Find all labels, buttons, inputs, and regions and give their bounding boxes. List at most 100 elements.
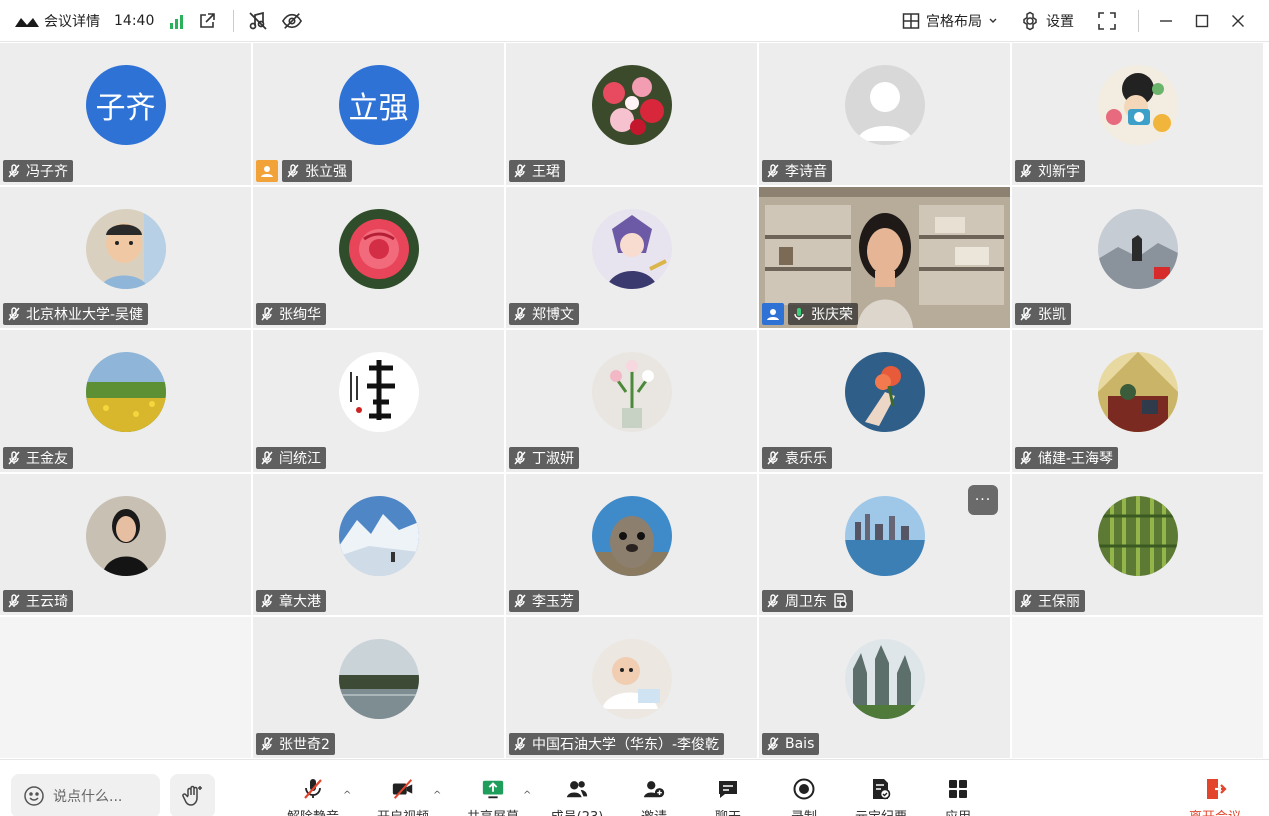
members-button[interactable]: 成员(23) [542, 777, 612, 816]
signal-icon[interactable] [170, 13, 184, 29]
chat-input[interactable]: 说点什么... [11, 774, 160, 816]
participant-tile[interactable]: ··· 周卫东 [759, 474, 1010, 615]
title-divider [233, 9, 235, 32]
host-badge-icon [762, 303, 784, 325]
more-options-button[interactable]: ··· [968, 485, 998, 515]
avatar [338, 352, 419, 432]
avatar [85, 495, 166, 576]
name-tag: 张凯 [1015, 303, 1071, 325]
participant-tile[interactable]: 张凯 [1012, 187, 1263, 328]
participant-tile[interactable]: 闫统江 [253, 330, 504, 472]
invite-button[interactable]: 邀请 [619, 777, 689, 816]
minimize-icon[interactable] [1155, 10, 1177, 32]
participant-video-tile[interactable]: 张庆荣 [759, 187, 1010, 328]
name-tag: 袁乐乐 [762, 447, 832, 469]
participant-name: 张绚华 [279, 307, 321, 323]
unmute-label: 解除静音 [287, 806, 339, 816]
participant-tile[interactable]: 丁淑妍 [506, 330, 757, 472]
participant-name: 章大港 [279, 594, 321, 610]
name-tag: 王保丽 [1015, 590, 1085, 612]
participant-tile[interactable]: 王云琦 [0, 474, 251, 615]
avatar [1097, 208, 1178, 289]
participant-tile[interactable]: 中国石油大学（华东）-李俊乾 [506, 617, 757, 758]
host-badge-icon [256, 160, 278, 182]
share-screen-icon [481, 777, 505, 801]
participant-tile[interactable]: 王珺 [506, 43, 757, 185]
name-tag: 郑博文 [509, 303, 579, 325]
video-options-caret[interactable]: ^ [433, 790, 441, 801]
name-tag: 王金友 [3, 447, 73, 469]
name-tag: 王云琦 [3, 590, 73, 612]
participant-name: 袁乐乐 [785, 451, 827, 467]
participant-tile[interactable]: 李玉芳 [506, 474, 757, 615]
participant-name: 张凯 [1038, 307, 1066, 323]
apps-icon [946, 777, 970, 801]
participant-tile[interactable]: 张绚华 [253, 187, 504, 328]
name-tag: 李诗音 [762, 160, 832, 182]
no-music-icon[interactable] [248, 11, 268, 31]
participant-name: 王珺 [532, 164, 560, 180]
participant-name: 张世奇2 [279, 737, 330, 753]
close-icon[interactable] [1227, 10, 1249, 32]
unmute-button[interactable]: 解除静音 [278, 777, 348, 816]
yuanbao-notes-icon [832, 593, 848, 609]
mic-muted-icon [1019, 164, 1033, 178]
mic-muted-icon [513, 164, 527, 178]
meeting-details-link[interactable]: 会议详情 [44, 11, 100, 31]
settings-button[interactable]: 设置 [1020, 11, 1074, 31]
participant-tile[interactable]: 王金友 [0, 330, 251, 472]
participant-tile[interactable]: 郑博文 [506, 187, 757, 328]
mic-muted-icon [260, 594, 274, 608]
apps-button[interactable]: 应用 [923, 777, 993, 816]
share-options-caret[interactable]: ^ [523, 790, 531, 801]
participant-tile[interactable]: 王保丽 [1012, 474, 1263, 615]
participant-tile[interactable]: 李诗音 [759, 43, 1010, 185]
smile-icon[interactable] [23, 785, 45, 807]
participant-tile[interactable]: 刘新宇 [1012, 43, 1263, 185]
mic-muted-icon [513, 737, 527, 751]
participant-tile[interactable]: 北京林业大学-吴健 [0, 187, 251, 328]
maximize-icon[interactable] [1191, 10, 1213, 32]
mic-options-caret[interactable]: ^ [343, 790, 351, 801]
name-tag: 张世奇2 [256, 733, 335, 755]
participant-tile[interactable]: 储建-王海琴 [1012, 330, 1263, 472]
yuanbao-label: 元宝纪要 [855, 806, 907, 816]
mic-active-icon [792, 307, 806, 321]
participant-name: 张立强 [305, 164, 347, 180]
name-tag: 王珺 [509, 160, 565, 182]
name-tag: 刘新宇 [1015, 160, 1085, 182]
share-screen-button[interactable]: 共享屏幕 [458, 777, 528, 816]
mic-muted-icon [7, 164, 21, 178]
mic-muted-icon [7, 594, 21, 608]
avatar [1097, 495, 1178, 576]
participant-name: 李玉芳 [532, 594, 574, 610]
video-off-icon [391, 777, 415, 801]
meeting-time: 14:40 [114, 12, 155, 29]
avatar [338, 495, 419, 576]
fullscreen-icon[interactable] [1096, 10, 1118, 32]
apps-label: 应用 [945, 806, 971, 816]
participant-tile[interactable]: 章大港 [253, 474, 504, 615]
participant-tile[interactable]: 子齐 冯子齐 [0, 43, 251, 185]
leave-meeting-button[interactable]: 离开会议 [1180, 777, 1250, 816]
participant-tile[interactable]: 张世奇2 [253, 617, 504, 758]
layout-dropdown[interactable]: 宫格布局 [902, 11, 998, 31]
record-button[interactable]: 录制 [769, 777, 839, 816]
participant-name: 丁淑妍 [532, 451, 574, 467]
chevron-down-icon [989, 18, 997, 23]
avatar [1097, 352, 1178, 432]
participant-tile[interactable]: 袁乐乐 [759, 330, 1010, 472]
mic-muted-icon [301, 777, 325, 801]
chat-label: 聊天 [715, 806, 741, 816]
participant-tile[interactable]: Bais [759, 617, 1010, 758]
chat-button[interactable]: 聊天 [693, 777, 763, 816]
eye-off-icon[interactable] [282, 11, 303, 31]
name-tag: 北京林业大学-吴健 [3, 303, 149, 325]
raise-hand-button[interactable] [170, 774, 215, 816]
participant-tile[interactable]: 立强 张立强 [253, 43, 504, 185]
name-tag: 中国石油大学（华东）-李俊乾 [509, 733, 725, 755]
grid-layout-icon [902, 13, 920, 29]
external-link-icon[interactable] [197, 11, 217, 31]
yuanbao-notes-button[interactable]: 元宝纪要 [846, 777, 916, 816]
start-video-button[interactable]: 开启视频 [368, 777, 438, 816]
